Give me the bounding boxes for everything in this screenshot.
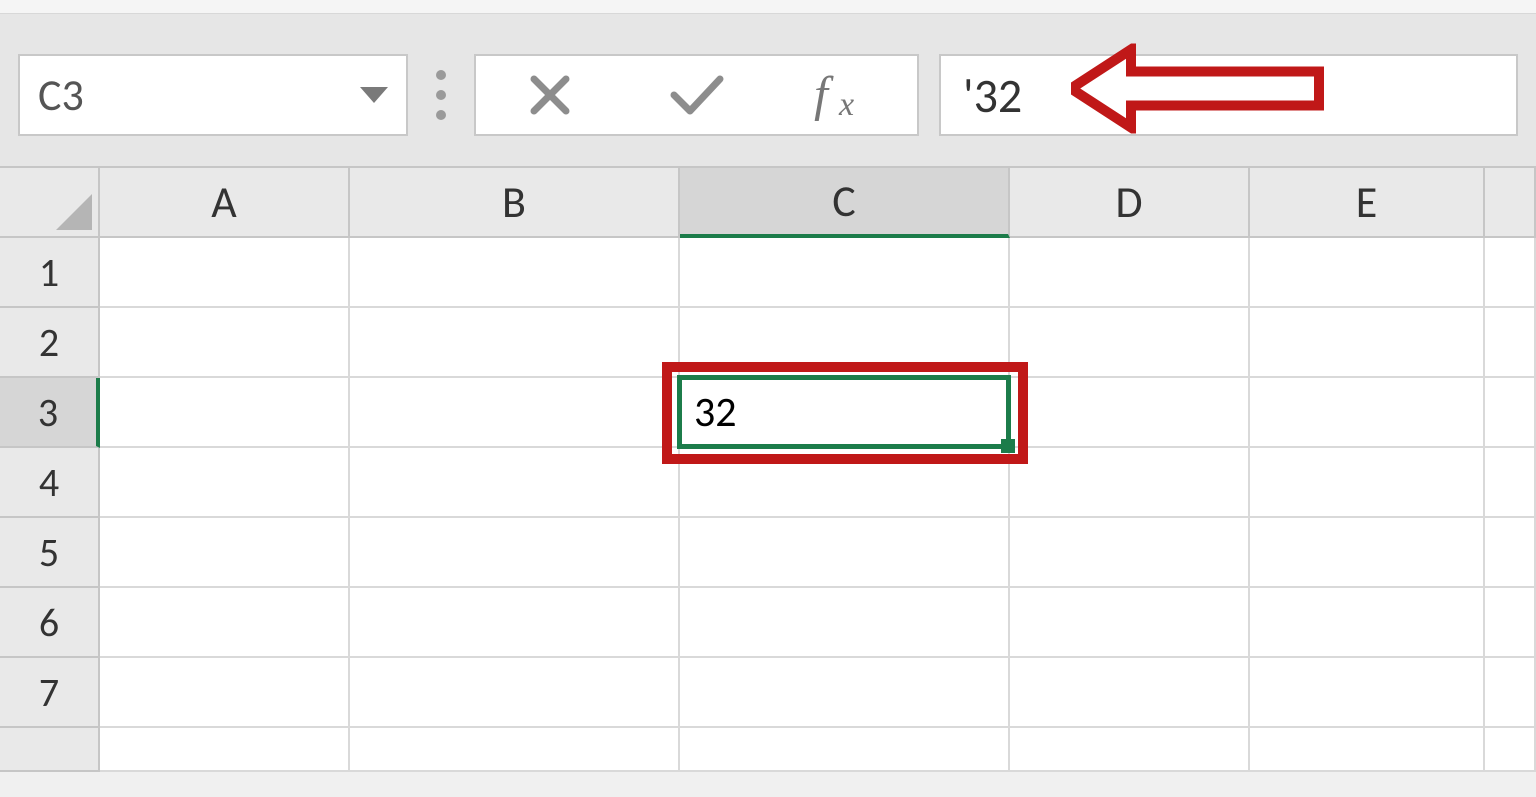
cell-D1[interactable] [1010, 238, 1250, 308]
column-headers: A B C D E [0, 168, 1536, 238]
formula-bar-area: C3 f x '32 [0, 14, 1536, 166]
window-top-strip [0, 0, 1536, 14]
row-header-1[interactable]: 1 [0, 238, 100, 308]
formula-bar-buttons: f x [474, 54, 919, 136]
cell-D7[interactable] [1010, 658, 1250, 728]
row-8 [0, 728, 1536, 772]
cell-E5[interactable] [1250, 518, 1485, 588]
cell-F4[interactable] [1485, 448, 1536, 518]
name-box-value: C3 [38, 68, 84, 122]
cell-C2[interactable] [680, 308, 1010, 378]
chevron-down-icon[interactable] [360, 87, 388, 103]
col-header-D[interactable]: D [1010, 168, 1250, 238]
cell-C4[interactable] [680, 448, 1010, 518]
row-header-7[interactable]: 7 [0, 658, 100, 728]
cell-C7[interactable] [680, 658, 1010, 728]
cell-A4[interactable] [100, 448, 350, 518]
cell-D6[interactable] [1010, 588, 1250, 658]
enter-icon[interactable] [667, 65, 727, 125]
insert-function-icon[interactable]: f x [814, 65, 874, 125]
name-box[interactable]: C3 [18, 54, 408, 136]
cell-E1[interactable] [1250, 238, 1485, 308]
cell-F1[interactable] [1485, 238, 1536, 308]
cancel-icon[interactable] [520, 65, 580, 125]
col-header-A[interactable]: A [100, 168, 350, 238]
svg-text:f: f [814, 69, 834, 121]
cell-A8[interactable] [100, 728, 350, 772]
annotation-arrow-icon [1071, 44, 1331, 147]
cell-B2[interactable] [350, 308, 680, 378]
row-header-6[interactable]: 6 [0, 588, 100, 658]
cell-B5[interactable] [350, 518, 680, 588]
row-4: 4 [0, 448, 1536, 518]
cell-B3[interactable] [350, 378, 680, 448]
col-header-B[interactable]: B [350, 168, 680, 238]
cell-E4[interactable] [1250, 448, 1485, 518]
cell-A1[interactable] [100, 238, 350, 308]
cell-C8[interactable] [680, 728, 1010, 772]
svg-text:x: x [838, 86, 854, 121]
cell-E2[interactable] [1250, 308, 1485, 378]
fill-handle[interactable] [1001, 439, 1015, 453]
col-header-C[interactable]: C [680, 168, 1010, 238]
row-header-8[interactable] [0, 728, 100, 772]
row-header-5[interactable]: 5 [0, 518, 100, 588]
cell-A6[interactable] [100, 588, 350, 658]
cell-D4[interactable] [1010, 448, 1250, 518]
cell-B6[interactable] [350, 588, 680, 658]
row-3: 3 32 [0, 378, 1536, 448]
cell-B4[interactable] [350, 448, 680, 518]
row-6: 6 [0, 588, 1536, 658]
cell-F2[interactable] [1485, 308, 1536, 378]
cell-F5[interactable] [1485, 518, 1536, 588]
cell-F3[interactable] [1485, 378, 1536, 448]
col-header-E[interactable]: E [1250, 168, 1485, 238]
cell-F8[interactable] [1485, 728, 1536, 772]
cell-C3-value: 32 [694, 387, 737, 438]
row-7: 7 [0, 658, 1536, 728]
cell-C5[interactable] [680, 518, 1010, 588]
cell-F6[interactable] [1485, 588, 1536, 658]
cell-A5[interactable] [100, 518, 350, 588]
cell-E6[interactable] [1250, 588, 1485, 658]
cell-A7[interactable] [100, 658, 350, 728]
cell-A2[interactable] [100, 308, 350, 378]
spreadsheet-grid: A B C D E 1 2 3 32 [0, 166, 1536, 772]
row-header-4[interactable]: 4 [0, 448, 100, 518]
cell-D8[interactable] [1010, 728, 1250, 772]
cell-E3[interactable] [1250, 378, 1485, 448]
row-2: 2 [0, 308, 1536, 378]
row-5: 5 [0, 518, 1536, 588]
cell-D3[interactable] [1010, 378, 1250, 448]
cell-A3[interactable] [100, 378, 350, 448]
cell-D2[interactable] [1010, 308, 1250, 378]
row-header-2[interactable]: 2 [0, 308, 100, 378]
cell-C3[interactable]: 32 [680, 378, 1010, 448]
cell-E7[interactable] [1250, 658, 1485, 728]
cell-D5[interactable] [1010, 518, 1250, 588]
vertical-dots-icon[interactable] [428, 70, 454, 120]
col-header-extra[interactable] [1485, 168, 1536, 238]
select-all-corner[interactable] [0, 168, 100, 238]
formula-input[interactable]: '32 [939, 54, 1518, 136]
cell-F7[interactable] [1485, 658, 1536, 728]
cell-C6[interactable] [680, 588, 1010, 658]
formula-input-text: '32 [963, 66, 1022, 125]
cell-B1[interactable] [350, 238, 680, 308]
cell-C1[interactable] [680, 238, 1010, 308]
row-1: 1 [0, 238, 1536, 308]
row-header-3[interactable]: 3 [0, 378, 100, 448]
cell-E8[interactable] [1250, 728, 1485, 772]
cell-B7[interactable] [350, 658, 680, 728]
cell-B8[interactable] [350, 728, 680, 772]
